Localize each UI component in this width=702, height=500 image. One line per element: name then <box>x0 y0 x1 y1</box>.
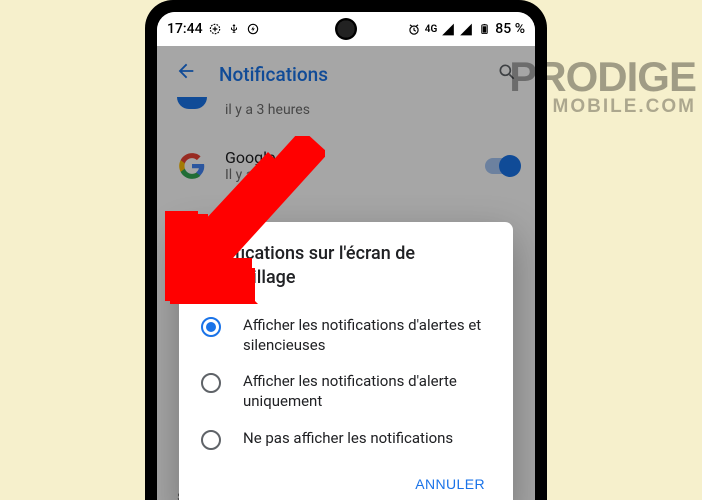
option-all-notifications[interactable]: Afficher les notifications d'alertes et … <box>201 307 491 364</box>
signal-icon <box>441 22 455 36</box>
radio-selected-icon <box>201 317 221 337</box>
option-text-1: Afficher les notifications d'alerte uniq… <box>243 371 491 412</box>
network-type: 4G <box>425 24 438 35</box>
watermark-line1: PRODIGE <box>509 58 696 96</box>
usb-icon <box>227 22 241 36</box>
cancel-button[interactable]: ANNULER <box>409 468 491 500</box>
battery-icon <box>477 22 491 36</box>
alarm-icon <box>407 22 421 36</box>
data-saver-icon <box>208 22 222 36</box>
option-text-2: Ne pas afficher les notifications <box>243 428 453 448</box>
signal-icon-2 <box>459 22 473 36</box>
phone-frame: 17:44 4G <box>145 0 547 500</box>
watermark: PRODIGE MOBILE.COM <box>509 58 696 118</box>
camera-punch-hole <box>335 18 357 40</box>
option-text-0: Afficher les notifications d'alertes et … <box>243 315 491 356</box>
battery-percent: 85 % <box>495 21 525 37</box>
option-hide-notifications[interactable]: Ne pas afficher les notifications <box>201 420 491 458</box>
option-alerts-only[interactable]: Afficher les notifications d'alerte uniq… <box>201 363 491 420</box>
dialog-title: Notifications sur l'écran de verrouillag… <box>201 242 491 291</box>
status-bar: 17:44 4G <box>157 12 535 46</box>
screen: 17:44 4G <box>157 12 535 500</box>
radio-icon <box>201 430 221 450</box>
status-time: 17:44 <box>167 21 203 37</box>
lockscreen-notifications-dialog: Notifications sur l'écran de verrouillag… <box>179 222 513 500</box>
charging-circle-icon <box>246 22 260 36</box>
radio-icon <box>201 373 221 393</box>
